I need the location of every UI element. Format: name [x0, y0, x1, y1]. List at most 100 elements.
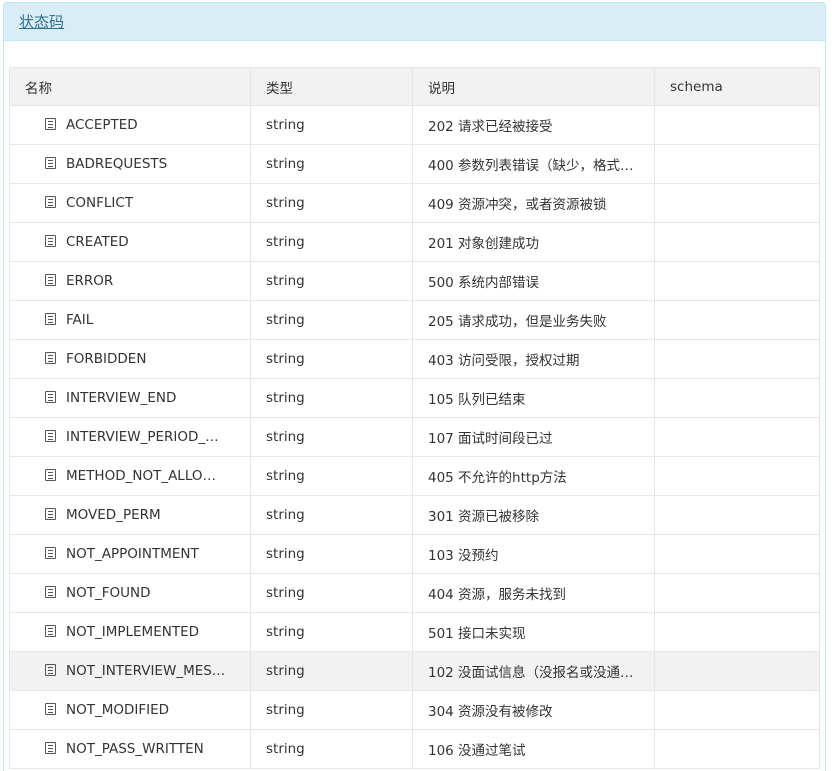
document-list-icon — [45, 196, 56, 208]
panel-heading[interactable]: 状态码 — [4, 3, 825, 41]
document-list-icon — [45, 274, 56, 286]
type-cell: string — [250, 339, 413, 379]
table-row[interactable]: NOT_APPOINTMENT string 103 没预约 — [9, 534, 820, 574]
type-cell: string — [250, 261, 413, 301]
status-code-panel: 状态码 名称 类型 说明 schema ACCEPTED string 202 请求… — [3, 2, 826, 771]
table-row[interactable]: NOT_FOUND string 404 资源，服务未找到 — [9, 573, 820, 613]
description-cell: 304 资源没有被修改 — [412, 690, 655, 730]
name-cell[interactable]: NOT_APPOINTMENT — [9, 534, 251, 574]
description-cell: 202 请求已经被接受 — [412, 105, 655, 145]
table-row[interactable]: ACCEPTED string 202 请求已经被接受 — [9, 105, 820, 145]
name-cell[interactable]: NOT_IMPLEMENTED — [9, 612, 251, 652]
type-cell: string — [250, 105, 413, 145]
schema-cell — [654, 495, 820, 535]
table-body: ACCEPTED string 202 请求已经被接受 BADREQUESTS stri… — [9, 105, 820, 769]
type-cell: string — [250, 222, 413, 262]
schema-cell — [654, 339, 820, 379]
document-list-icon — [45, 118, 56, 130]
schema-cell — [654, 612, 820, 652]
panel-title[interactable]: 状态码 — [19, 13, 64, 31]
schema-cell — [654, 456, 820, 496]
name-cell[interactable]: ACCEPTED — [9, 105, 251, 145]
name-cell[interactable]: NOT_PASS_WRITTEN — [9, 729, 251, 769]
schema-cell — [654, 261, 820, 301]
description-cell: 205 请求成功，但是业务失败 — [412, 300, 655, 340]
name-cell[interactable]: NOT_FOUND — [9, 573, 251, 613]
name-cell[interactable]: NOT_MODIFIED — [9, 690, 251, 730]
type-cell: string — [250, 651, 413, 691]
table-row[interactable]: BADREQUESTS string 400 参数列表错误（缺少，格式… — [9, 144, 820, 184]
schema-cell — [654, 222, 820, 262]
name-cell[interactable]: BADREQUESTS — [9, 144, 251, 184]
document-list-icon — [45, 586, 56, 598]
type-cell: string — [250, 573, 413, 613]
row-name: NOT_INTERVIEW_MES… — [66, 663, 226, 679]
table-row[interactable]: NOT_MODIFIED string 304 资源没有被修改 — [9, 690, 820, 730]
document-list-icon — [45, 625, 56, 637]
description-cell: 301 资源已被移除 — [412, 495, 655, 535]
type-cell: string — [250, 729, 413, 769]
name-cell[interactable]: CONFLICT — [9, 183, 251, 223]
column-header-description: 说明 — [412, 67, 655, 106]
name-cell[interactable]: INTERVIEW_END — [9, 378, 251, 418]
row-name: NOT_IMPLEMENTED — [66, 624, 199, 640]
table-row[interactable]: INTERVIEW_PERIOD_… string 107 面试时间段已过 — [9, 417, 820, 457]
type-cell: string — [250, 300, 413, 340]
row-name: ACCEPTED — [66, 117, 138, 133]
table-row[interactable]: NOT_INTERVIEW_MES… string 102 没面试信息（没报名或没通… — [9, 651, 820, 691]
document-list-icon — [45, 508, 56, 520]
document-list-icon — [45, 430, 56, 442]
table-row[interactable]: MOVED_PERM string 301 资源已被移除 — [9, 495, 820, 535]
schema-cell — [654, 534, 820, 574]
document-list-icon — [45, 157, 56, 169]
row-name: NOT_MODIFIED — [66, 702, 170, 718]
type-cell: string — [250, 144, 413, 184]
document-list-icon — [45, 703, 56, 715]
row-name: FAIL — [66, 312, 94, 328]
schema-cell — [654, 729, 820, 769]
type-cell: string — [250, 495, 413, 535]
type-cell: string — [250, 417, 413, 457]
row-name: NOT_FOUND — [66, 585, 151, 601]
column-header-schema: schema — [654, 67, 820, 106]
status-code-table-wrapper: 名称 类型 说明 schema ACCEPTED string 202 请求已经被接… — [9, 67, 820, 769]
schema-cell — [654, 144, 820, 184]
schema-cell — [654, 573, 820, 613]
name-cell[interactable]: MOVED_PERM — [9, 495, 251, 535]
name-cell[interactable]: NOT_INTERVIEW_MES… — [9, 651, 251, 691]
type-cell: string — [250, 378, 413, 418]
document-list-icon — [45, 742, 56, 754]
schema-cell — [654, 417, 820, 457]
table-row[interactable]: FORBIDDEN string 403 访问受限，授权过期 — [9, 339, 820, 379]
row-name: CONFLICT — [66, 195, 134, 211]
type-cell: string — [250, 612, 413, 652]
table-row[interactable]: NOT_PASS_WRITTEN string 106 没通过笔试 — [9, 729, 820, 769]
description-cell: 404 资源，服务未找到 — [412, 573, 655, 613]
table-row[interactable]: FAIL string 205 请求成功，但是业务失败 — [9, 300, 820, 340]
table-row[interactable]: ERROR string 500 系统内部错误 — [9, 261, 820, 301]
table-row[interactable]: CREATED string 201 对象创建成功 — [9, 222, 820, 262]
document-list-icon — [45, 547, 56, 559]
status-code-table: 名称 类型 说明 schema ACCEPTED string 202 请求已经被接… — [9, 67, 820, 769]
name-cell[interactable]: FAIL — [9, 300, 251, 340]
row-name: FORBIDDEN — [66, 351, 147, 367]
name-cell[interactable]: INTERVIEW_PERIOD_… — [9, 417, 251, 457]
name-cell[interactable]: CREATED — [9, 222, 251, 262]
document-list-icon — [45, 313, 56, 325]
name-cell[interactable]: FORBIDDEN — [9, 339, 251, 379]
table-row[interactable]: NOT_IMPLEMENTED string 501 接口未实现 — [9, 612, 820, 652]
description-cell: 405 不允许的http方法 — [412, 456, 655, 496]
column-header-name: 名称 — [9, 67, 251, 106]
document-list-icon — [45, 235, 56, 247]
schema-cell — [654, 183, 820, 223]
schema-cell — [654, 690, 820, 730]
name-cell[interactable]: METHOD_NOT_ALLO… — [9, 456, 251, 496]
table-row[interactable]: METHOD_NOT_ALLO… string 405 不允许的http方法 — [9, 456, 820, 496]
row-name: NOT_PASS_WRITTEN — [66, 741, 204, 757]
description-cell: 501 接口未实现 — [412, 612, 655, 652]
table-row[interactable]: INTERVIEW_END string 105 队列已结束 — [9, 378, 820, 418]
name-cell[interactable]: ERROR — [9, 261, 251, 301]
type-cell: string — [250, 456, 413, 496]
schema-cell — [654, 651, 820, 691]
table-row[interactable]: CONFLICT string 409 资源冲突，或者资源被锁 — [9, 183, 820, 223]
